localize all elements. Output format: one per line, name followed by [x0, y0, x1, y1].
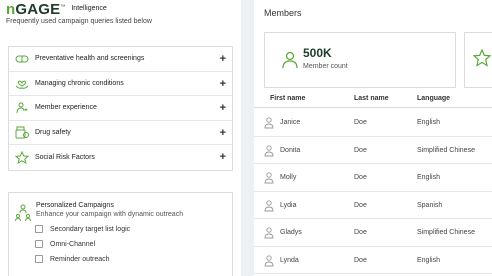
pill-icon: [15, 53, 29, 65]
star-icon: [472, 48, 492, 67]
query-drug-safety[interactable]: Drug safety +: [9, 121, 232, 146]
cell-language: Simplified Chinese: [417, 229, 475, 236]
query-label: Preventative health and screenings: [35, 55, 145, 63]
cell-first-name: Molly: [280, 174, 297, 181]
query-label: Social Risk Factors: [35, 154, 95, 162]
person-icon: [281, 51, 299, 69]
queries-subtitle: Frequently used campaign queries listed …: [6, 18, 152, 25]
query-label: Managing chronic conditions: [35, 79, 124, 87]
cell-language: English: [417, 119, 440, 126]
member-count-value: 500K: [303, 46, 332, 60]
cell-language: English: [417, 256, 440, 264]
option-secondary-target-list[interactable]: Secondary target list logic: [35, 225, 130, 233]
expand-plus-icon[interactable]: +: [220, 53, 226, 65]
pill-bottle-icon: [15, 126, 29, 139]
campaign-panel: nGAGE ™ Intelligence Frequently used cam…: [0, 0, 241, 276]
column-last-name[interactable]: Last name: [354, 95, 389, 102]
checkbox[interactable]: [35, 255, 43, 263]
member-count-card: 500K Member count: [264, 32, 456, 88]
expand-plus-icon[interactable]: +: [220, 78, 226, 90]
product-name: Intelligence: [71, 5, 107, 12]
cell-last-name: Doe: [354, 229, 367, 236]
checkbox[interactable]: [35, 225, 43, 233]
checkbox[interactable]: [35, 240, 43, 248]
campaign-query-list: Preventative health and screenings + Man…: [8, 46, 233, 171]
person-icon: [264, 226, 274, 239]
checkbox-label: Omni-Channel: [50, 240, 96, 248]
table-row[interactable]: Lynda Doe English: [254, 247, 492, 274]
cell-last-name: Doe: [354, 119, 367, 126]
checkbox-label: Reminder outreach: [50, 255, 110, 263]
cell-language: English: [417, 174, 440, 181]
person-icon: [264, 171, 274, 184]
person-icon: [264, 199, 274, 211]
member-count-label: Member count: [303, 63, 348, 70]
cell-first-name: Janice: [280, 119, 301, 126]
cell-last-name: Doe: [354, 174, 367, 181]
table-row[interactable]: Gladys Doe Simplified Chinese: [254, 219, 492, 247]
cell-first-name: Lydia: [280, 201, 297, 209]
person-heart-icon: [15, 102, 29, 114]
cell-language: Spanish: [417, 201, 443, 209]
cell-language: Simplified Chinese: [417, 146, 475, 154]
cell-last-name: Doe: [354, 201, 367, 209]
members-table-header: First name Last name Language: [254, 92, 492, 108]
trademark-mark: ™: [60, 4, 66, 10]
table-row[interactable]: Donita Doe Simplified Chinese: [254, 137, 492, 164]
query-preventative-health[interactable]: Preventative health and screenings +: [9, 47, 232, 72]
table-row[interactable]: Molly Doe English: [254, 164, 492, 192]
cell-first-name: Donita: [280, 146, 301, 154]
secondary-stat-card: [464, 32, 492, 88]
cell-last-name: Doe: [354, 146, 367, 154]
query-social-risk-factors[interactable]: Social Risk Factors +: [9, 145, 232, 170]
people-network-icon: [15, 204, 31, 222]
column-language[interactable]: Language: [417, 95, 450, 102]
cell-first-name: Gladys: [280, 229, 302, 236]
members-panel: Members 500K Member count First name Las…: [254, 0, 492, 276]
expand-plus-icon[interactable]: +: [220, 102, 226, 114]
query-chronic-conditions[interactable]: Managing chronic conditions +: [9, 72, 232, 97]
ngage-logo: nGAGE: [6, 1, 61, 18]
column-first-name[interactable]: First name: [270, 95, 305, 102]
personalized-title: Personalized Campaigns: [36, 202, 114, 209]
cell-first-name: Lynda: [280, 256, 299, 264]
table-row[interactable]: Lydia Doe Spanish: [254, 192, 492, 219]
person-icon: [264, 116, 274, 129]
query-label: Drug safety: [35, 129, 71, 137]
cell-last-name: Doe: [354, 256, 367, 264]
person-icon: [264, 254, 274, 266]
query-label: Member experience: [35, 104, 97, 112]
expand-plus-icon[interactable]: +: [220, 127, 226, 139]
expand-plus-icon[interactable]: +: [220, 151, 226, 163]
personalized-header: Personalized Campaigns Enhance your camp…: [15, 201, 183, 222]
table-row[interactable]: Janice Doe English: [254, 109, 492, 137]
heart-hands-icon: [15, 77, 29, 90]
checkbox-label: Secondary target list logic: [50, 225, 131, 233]
person-icon: [264, 144, 274, 156]
personalized-campaigns-card: Personalized Campaigns Enhance your camp…: [8, 192, 233, 276]
personalized-subtitle: Enhance your campaign with dynamic outre…: [36, 211, 184, 218]
option-omni-channel[interactable]: Omni-Channel: [35, 240, 95, 248]
brand-header: nGAGE ™ Intelligence: [6, 2, 107, 18]
query-member-experience[interactable]: Member experience +: [9, 96, 232, 121]
option-reminder-outreach[interactable]: Reminder outreach: [35, 255, 110, 263]
star-icon: [15, 151, 29, 165]
members-title: Members: [264, 8, 302, 18]
